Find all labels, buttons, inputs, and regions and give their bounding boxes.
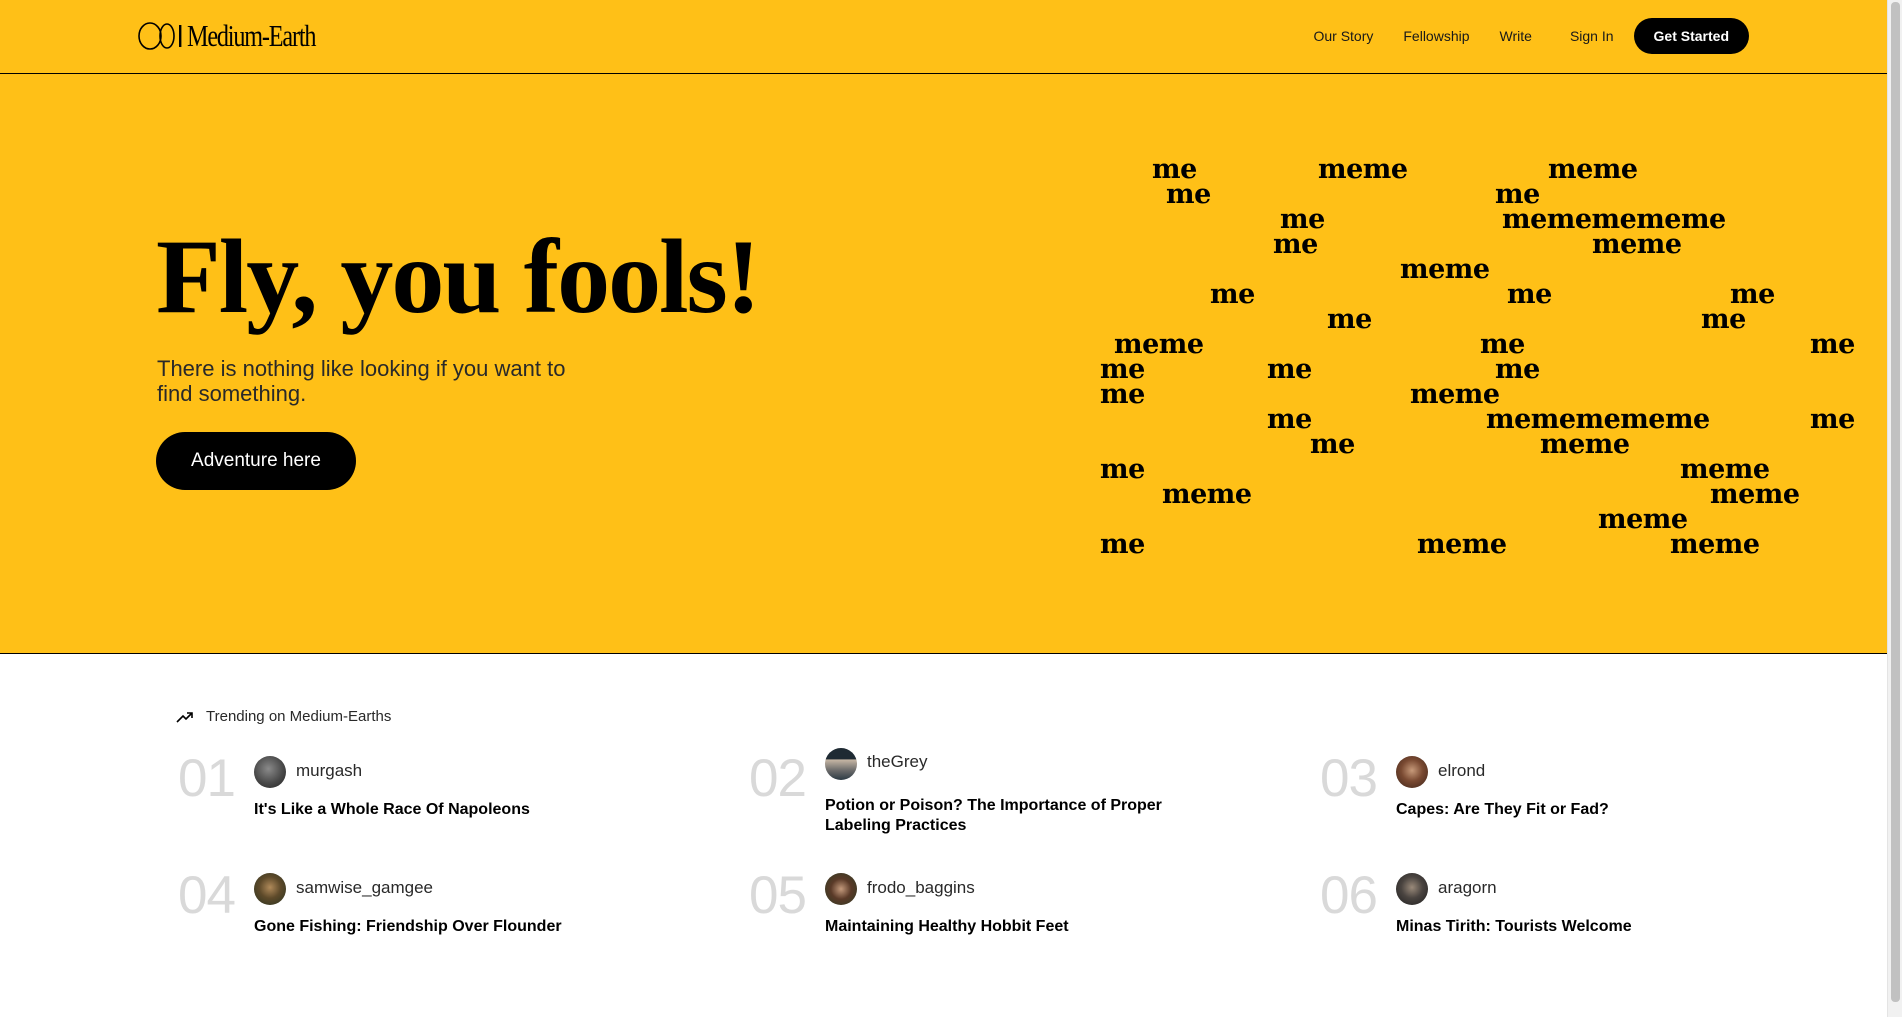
pattern-word: me [1267,354,1312,385]
pattern-word: me [1100,529,1145,560]
avatar[interactable] [825,748,857,780]
trending-number: 02 [749,749,807,808]
pattern-word: meme [1710,479,1800,510]
pattern-word: me [1273,229,1318,260]
trending-number: 03 [1320,749,1378,808]
avatar[interactable] [825,873,857,905]
scrollbar-thumb[interactable] [1891,2,1900,1002]
article-title[interactable]: Minas Tirith: Tourists Welcome [1396,917,1796,937]
article-title[interactable]: Maintaining Healthy Hobbit Feet [825,917,1225,937]
article-title[interactable]: Gone Fishing: Friendship Over Flounder [254,917,654,937]
article-title[interactable]: It's Like a Whole Race Of Napoleons [254,800,654,820]
pattern-word: me [1100,454,1145,485]
pattern-word: meme [1318,154,1408,185]
avatar[interactable] [1396,756,1428,788]
ring-logo-icon [138,22,182,50]
pattern-word: me [1267,404,1312,435]
hero-title: Fly, you fools! [156,218,761,335]
trending-item[interactable]: 04 samwise_gamgee Gone Fishing: Friendsh… [178,869,698,969]
pattern-word: me [1166,179,1211,210]
pattern-word: meme [1670,529,1760,560]
hero-subtitle: There is nothing like looking if you wan… [157,356,566,406]
avatar[interactable] [254,873,286,905]
pattern-word: me [1495,354,1540,385]
pattern-word: me [1810,329,1855,360]
trending-header: Trending on Medium-Earths [176,708,391,725]
nav-write[interactable]: Write [1500,28,1532,44]
author-name[interactable]: aragorn [1438,878,1497,898]
nav-our-story[interactable]: Our Story [1313,28,1373,44]
nav-fellowship[interactable]: Fellowship [1403,28,1469,44]
logo[interactable]: Medium-Earth [138,16,352,56]
trending-item[interactable]: 03 elrond Capes: Are They Fit or Fad? [1320,752,1840,852]
trending-number: 04 [178,866,236,925]
author-name[interactable]: murgash [296,761,362,781]
logo-text: Medium-Earth [187,18,316,53]
adventure-button[interactable]: Adventure here [156,432,356,490]
pattern-word: me [1507,279,1552,310]
pattern-word: meme [1417,529,1507,560]
pattern-word: me [1100,379,1145,410]
author-name[interactable]: theGrey [867,752,927,772]
article-title[interactable]: Capes: Are They Fit or Fad? [1396,800,1796,820]
trending-number: 05 [749,866,807,925]
pattern-word: me [1327,304,1372,335]
trending-item[interactable]: 06 aragorn Minas Tirith: Tourists Welcom… [1320,869,1840,969]
trending-arrow-icon [176,711,193,723]
avatar[interactable] [254,756,286,788]
pattern-word: meme [1548,154,1638,185]
pattern-word: me [1310,429,1355,460]
trending-label: Trending on Medium-Earths [206,708,392,725]
pattern-word: meme [1592,229,1682,260]
pattern-word: meme [1540,429,1630,460]
pattern-word: meme [1400,254,1490,285]
author-name[interactable]: frodo_baggins [867,878,975,898]
pattern-word: meme [1162,479,1252,510]
pattern-word: me [1701,304,1746,335]
nav-links: Our Story Fellowship Write Sign In Get S… [1313,18,1749,54]
article-title[interactable]: Potion or Poison? The Importance of Prop… [825,796,1225,836]
nav-sign-in[interactable]: Sign In [1570,28,1614,44]
author-name[interactable]: elrond [1438,761,1485,781]
trending-item[interactable]: 01 murgash It's Like a Whole Race Of Nap… [178,752,698,852]
vertical-scrollbar[interactable] [1887,0,1902,1017]
avatar[interactable] [1396,873,1428,905]
pattern-word: me [1210,279,1255,310]
trending-item[interactable]: 02 theGrey Potion or Poison? The Importa… [749,748,1269,852]
trending-number: 01 [178,749,236,808]
meme-pattern: me meme meme me me mememememe me meme me… [1090,156,1880,576]
hero-section: Fly, you fools! There is nothing like lo… [0,74,1887,654]
top-navbar: Medium-Earth Our Story Fellowship Write … [0,0,1887,74]
author-name[interactable]: samwise_gamgee [296,878,433,898]
trending-number: 06 [1320,866,1378,925]
pattern-word: me [1810,404,1855,435]
trending-item[interactable]: 05 frodo_baggins Maintaining Healthy Hob… [749,869,1269,969]
get-started-button[interactable]: Get Started [1633,18,1749,54]
